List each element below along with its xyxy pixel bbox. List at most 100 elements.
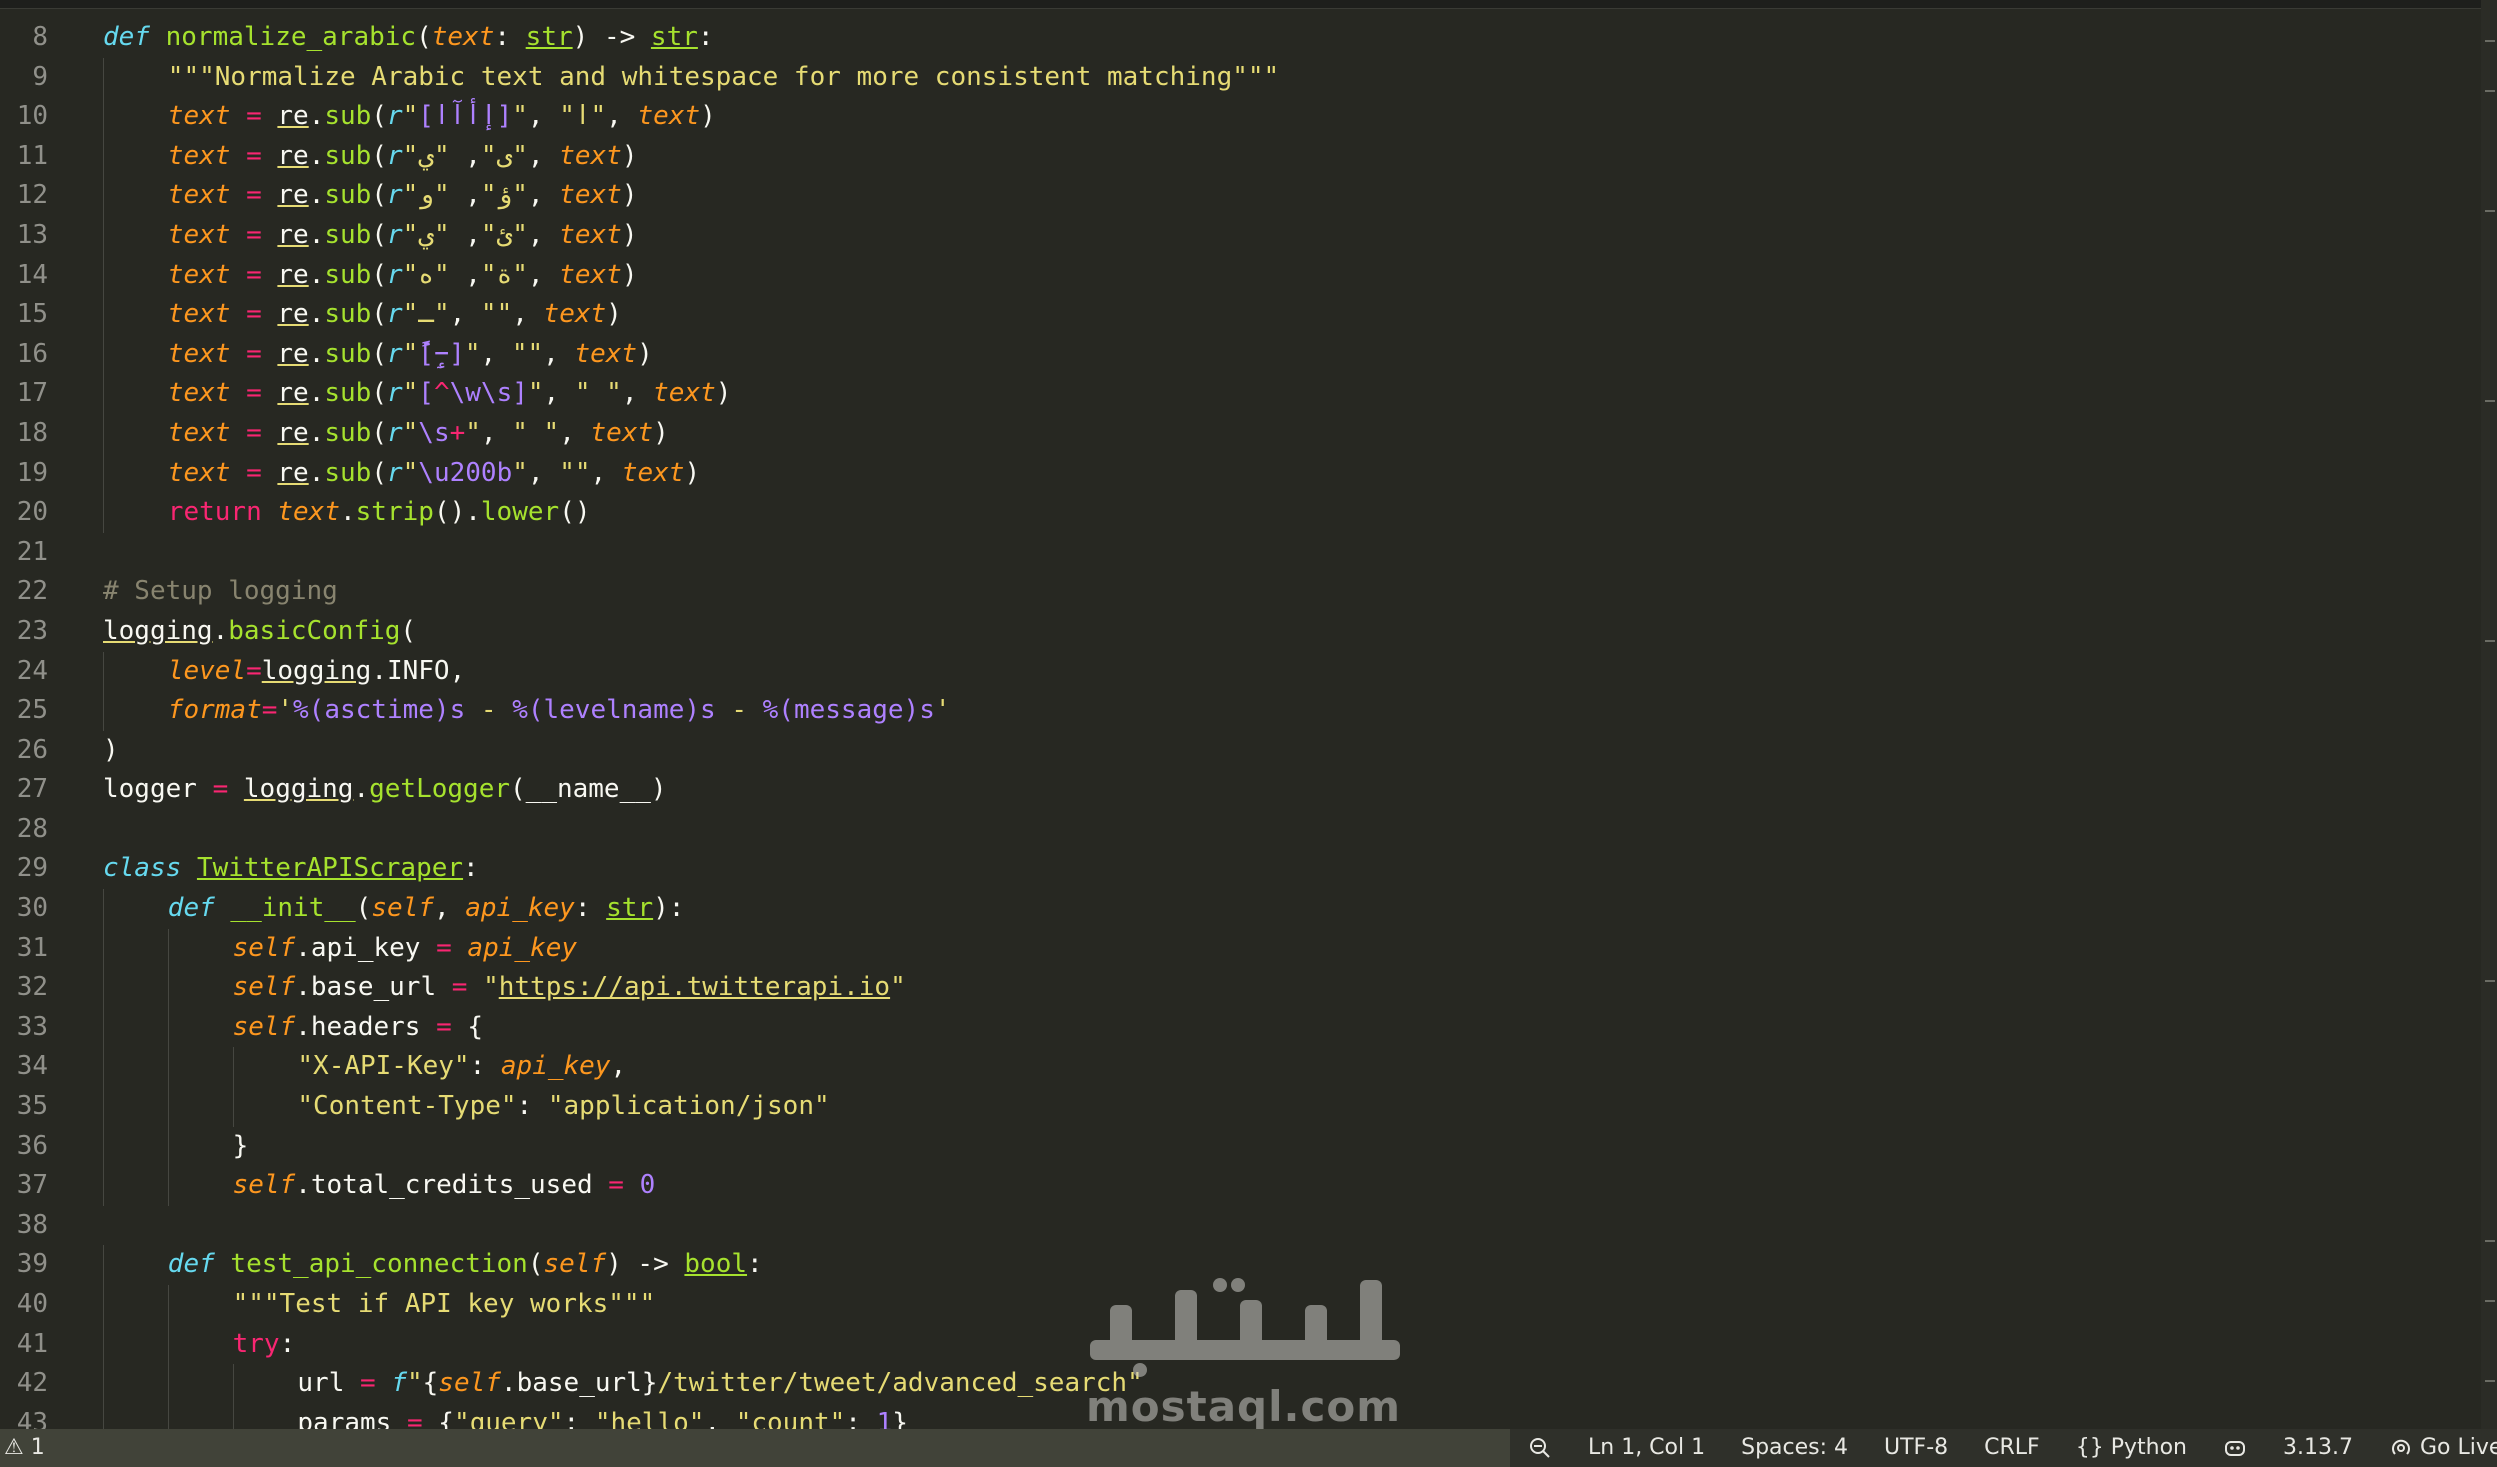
line-content[interactable]: try: [233,1325,296,1365]
code-line[interactable]: 10 text = re.sub(r"[إأآا]", "ا", text) [0,97,2480,137]
code-line[interactable]: 41 try: [0,1324,2480,1365]
line-content[interactable]: logging.basicConfig( [103,612,416,652]
code-line[interactable]: 19 text = re.sub(r"\u200b", "", text) [0,453,2480,494]
code-line[interactable]: 8 def normalize_arabic(text: str) -> str: [0,18,2480,58]
indent-guide [103,1324,104,1365]
line-content[interactable]: url = f"{self.base_url}/twitter/tweet/ad… [297,1364,1142,1404]
line-content[interactable]: text = re.sub(r"ة", "ه", text) [168,256,638,296]
line-content[interactable]: class TwitterAPIScraper: [103,849,479,889]
code-line[interactable]: 31 self.api_key = api_key [0,928,2480,969]
code-line[interactable]: 36} [0,1126,2480,1167]
code-line[interactable]: 11 text = re.sub(r"ى", "ي", text) [0,136,2480,177]
code-lines[interactable]: 8 def normalize_arabic(text: str) -> str:… [0,18,2480,1429]
code-line[interactable]: 12 text = re.sub(r"ؤ", "و", text) [0,176,2480,216]
code-line[interactable]: 35 "Content-Type": "application/json" [0,1087,2480,1127]
indent-guide [103,413,104,454]
code-line[interactable]: 34 "X-API-Key": api_key, [0,1047,2480,1088]
line-content[interactable]: """Test if API key works""" [233,1285,656,1325]
line-content[interactable]: def __init__(self, api_key: str): [168,889,685,929]
code-line[interactable]: 38 [0,1206,2480,1246]
minimap-scrollbar[interactable] [2481,0,2497,1429]
line-content[interactable]: text = re.sub(r"ى", "ي", text) [168,137,638,177]
code-line[interactable]: 16 text = re.sub(r"[ً-ٟ]", "", text) [0,334,2480,375]
code-line[interactable]: 15 text = re.sub(r"ـ", "", text) [0,295,2480,335]
cursor-position[interactable]: Ln 1, Col 1 [1570,1429,1723,1467]
line-content[interactable]: text = re.sub(r"\u200b", "", text) [168,454,700,494]
line-content[interactable]: text = re.sub(r"ئ", "ي", text) [168,216,638,256]
indent-guide [103,1403,104,1429]
line-content[interactable]: text = re.sub(r"[^\w\s]", " ", text) [168,374,732,414]
code-line[interactable]: 13 text = re.sub(r"ئ", "ي", text) [0,215,2480,256]
line-content[interactable]: "X-API-Key": api_key, [297,1047,626,1087]
line-content[interactable]: format='%(asctime)s - %(levelname)s - %(… [168,691,951,731]
line-content[interactable]: text = re.sub(r"[إأآا]", "ا", text) [168,97,716,137]
python-version[interactable]: 3.13.7 [2265,1429,2371,1467]
indent-guide [103,968,104,1008]
code-line[interactable]: 28 [0,810,2480,850]
line-content[interactable]: params = {"query": "hello", "count": 1} [297,1404,908,1429]
line-content[interactable]: self.headers = { [233,1008,483,1048]
language-mode[interactable]: {} Python [2058,1429,2205,1467]
zoom-icon[interactable] [1510,1429,1570,1467]
encoding[interactable]: UTF-8 [1866,1429,1966,1467]
indent-guide [103,1047,104,1088]
indentation[interactable]: Spaces: 4 [1723,1429,1866,1467]
line-number: 8 [32,22,48,52]
code-line[interactable]: 42 url = f"{self.base_url}/twitter/tweet/… [0,1364,2480,1404]
line-content[interactable]: "Content-Type": "application/json" [297,1087,829,1127]
line-number: 19 [16,457,48,488]
code-line[interactable]: 14 text = re.sub(r"ة", "ه", text) [0,255,2480,296]
line-number: 26 [16,734,48,765]
code-editor[interactable]: 8 def normalize_arabic(text: str) -> str:… [0,0,2497,1429]
code-line[interactable]: 33 self.headers = { [0,1007,2480,1048]
code-line[interactable]: 24 level=logging.INFO, [0,651,2480,692]
line-number: 20 [16,497,48,528]
line-content[interactable]: } [233,1127,249,1167]
go-live-label: Go Live [2419,1435,2497,1460]
line-content[interactable]: text = re.sub(r"ـ", "", text) [168,295,622,335]
code-line[interactable]: 9 """Normalize Arabic text and whitespace… [0,57,2480,98]
code-line[interactable]: 29 class TwitterAPIScraper: [0,849,2480,889]
code-line[interactable]: 20 return text.strip().lower() [0,493,2480,533]
indent-guide [103,493,104,533]
line-content[interactable]: def normalize_arabic(text: str) -> str: [103,18,714,58]
indent-guide [103,176,104,216]
code-line[interactable]: 25 format='%(asctime)s - %(levelname)s - … [0,691,2480,731]
line-number: 40 [16,1289,48,1319]
code-line[interactable]: 23 logging.basicConfig( [0,612,2480,652]
go-live-button[interactable]: Go Live [2371,1429,2497,1467]
line-content[interactable]: self.base_url = "https://api.twitterapi.… [233,968,906,1008]
line-content[interactable]: logger = logging.getLogger(__name__) [103,770,667,810]
code-line[interactable]: 40 """Test if API key works""" [0,1285,2480,1325]
code-line[interactable]: 21 [0,533,2480,573]
line-content[interactable]: text = re.sub(r"ؤ", "و", text) [168,176,638,216]
code-line[interactable]: 27 logger = logging.getLogger(__name__) [0,770,2480,810]
indent-guide [103,889,104,929]
code-line[interactable]: 18 text = re.sub(r"\s+", " ", text) [0,413,2480,454]
line-content[interactable]: level=logging.INFO, [168,652,465,692]
line-number: 14 [16,259,48,290]
line-content[interactable]: self.api_key = api_key [233,929,577,969]
line-content[interactable]: def test_api_connection(self) -> bool: [168,1245,763,1285]
indent-guide [232,1403,234,1429]
code-line[interactable]: 17 text = re.sub(r"[^\w\s]", " ", text) [0,374,2480,414]
code-line[interactable]: 32 self.base_url = "https://api.twitterap… [0,968,2480,1008]
code-line[interactable]: 37 self.total_credits_used = 0 [0,1166,2480,1206]
problems-indicator[interactable]: ⚠ 1 [4,1429,45,1467]
line-content[interactable]: ) [103,731,119,771]
line-ending[interactable]: CRLF [1966,1429,2058,1467]
line-content[interactable]: text = re.sub(r"\s+", " ", text) [168,414,669,454]
code-line[interactable]: 39 def test_api_connection(self) -> bool: [0,1245,2480,1285]
indent-guide [103,1245,104,1285]
code-line[interactable]: 43 params = {"query": "hello", "count": 1… [0,1403,2480,1429]
line-number: 18 [16,417,48,448]
line-content[interactable]: text = re.sub(r"[ً-ٟ]", "", text) [168,335,653,375]
line-content[interactable]: return text.strip().lower() [168,493,591,533]
code-line[interactable]: 30 def __init__(self, api_key: str): [0,889,2480,929]
copilot-status[interactable] [2205,1429,2265,1467]
code-line[interactable]: 22 # Setup logging [0,572,2480,612]
line-content[interactable]: """Normalize Arabic text and whitespace … [168,58,1279,98]
line-content[interactable]: self.total_credits_used = 0 [233,1166,656,1206]
line-content[interactable]: # Setup logging [103,572,338,612]
code-line[interactable]: 26) [0,731,2480,771]
